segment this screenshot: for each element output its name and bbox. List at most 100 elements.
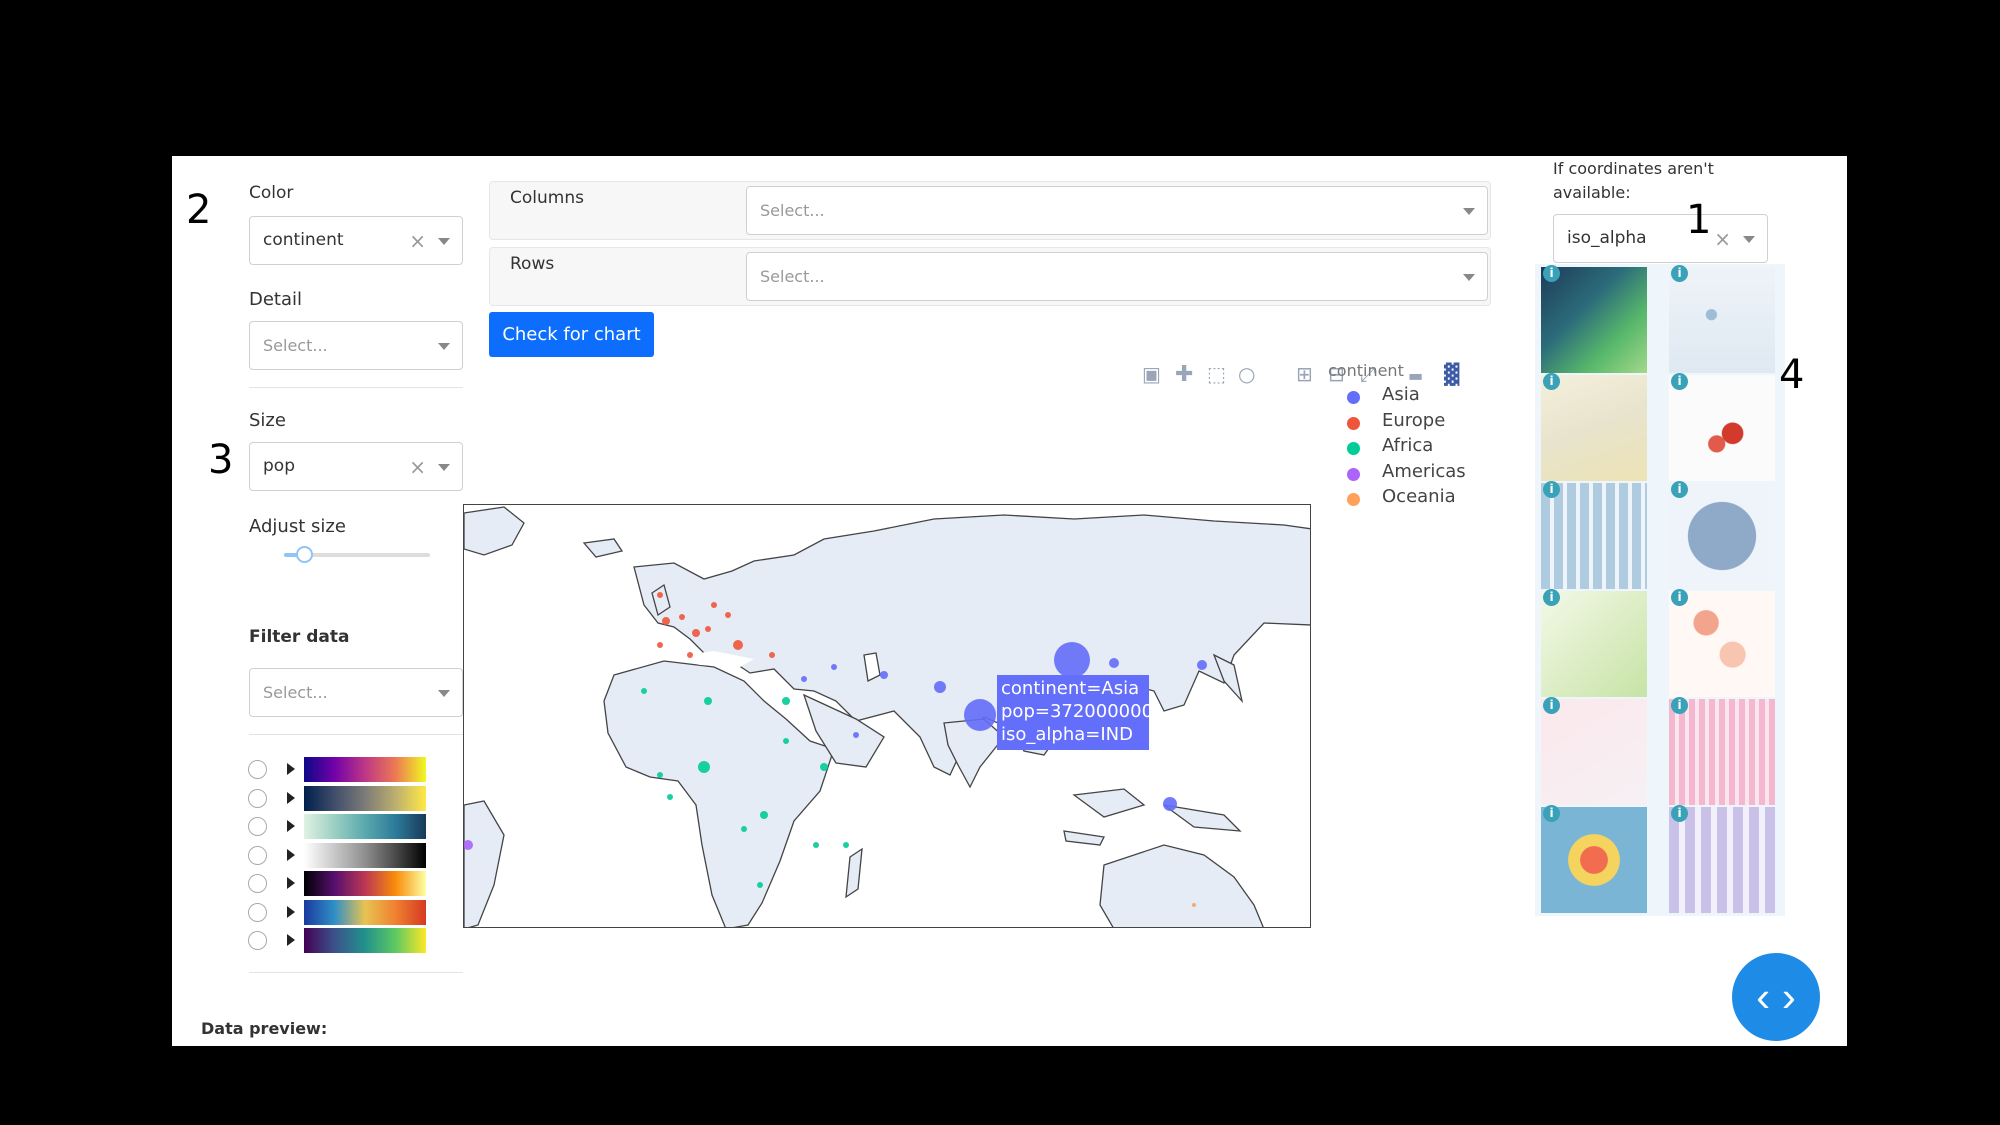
country-bubble[interactable] (880, 671, 888, 679)
country-bubble[interactable] (679, 614, 685, 620)
check-for-chart-button[interactable]: Check for chart (489, 312, 654, 357)
chevron-down-icon[interactable] (438, 238, 450, 245)
thumbnail-heatmap[interactable] (1541, 807, 1647, 913)
country-bubble[interactable] (733, 640, 743, 650)
thumbnail-scatter-plot[interactable] (1541, 591, 1647, 697)
chevron-down-icon[interactable] (438, 343, 450, 350)
country-bubble[interactable] (741, 826, 747, 832)
country-bubble[interactable] (704, 697, 712, 705)
country-bubble[interactable] (831, 664, 837, 670)
expand-arrow-icon[interactable] (287, 848, 295, 861)
country-bubble[interactable] (843, 842, 849, 848)
thumbnail-box-plot[interactable] (1669, 807, 1775, 913)
country-bubble[interactable] (667, 794, 673, 800)
clear-icon[interactable]: × (409, 229, 426, 253)
chevron-down-icon[interactable] (1463, 274, 1475, 281)
legend-marker[interactable] (1347, 442, 1360, 455)
country-bubble[interactable] (820, 763, 828, 771)
rows-select[interactable]: Select... (746, 252, 1488, 301)
country-bubble[interactable] (692, 629, 700, 637)
colorscale-radio[interactable] (248, 788, 267, 808)
colorscale-row[interactable] (248, 814, 448, 839)
country-bubble[interactable] (662, 617, 670, 625)
legend-marker[interactable] (1347, 493, 1360, 506)
legend-item-label[interactable]: Oceania (1382, 486, 1456, 507)
country-bubble[interactable] (964, 699, 996, 731)
clear-icon[interactable]: × (409, 455, 426, 479)
country-bubble[interactable] (801, 676, 807, 682)
legend-marker[interactable] (1347, 416, 1360, 430)
colorscale-radio[interactable] (248, 845, 267, 865)
info-icon[interactable]: i (1671, 697, 1688, 714)
expand-arrow-icon[interactable] (287, 791, 295, 804)
country-bubble[interactable] (657, 592, 663, 598)
colorscale-row[interactable] (248, 928, 448, 953)
pan-icon[interactable]: ✚ (1175, 362, 1193, 387)
thumbnail-texas-bubble-map[interactable] (1669, 375, 1775, 481)
info-icon[interactable]: i (1671, 373, 1688, 390)
country-bubble[interactable] (813, 842, 819, 848)
country-bubble[interactable] (853, 732, 859, 738)
country-bubble[interactable] (657, 772, 663, 778)
columns-select[interactable]: Select... (746, 186, 1488, 235)
info-icon[interactable]: i (1543, 805, 1560, 822)
thumbnail-us-density-map[interactable] (1541, 267, 1647, 373)
legend-item-label[interactable]: Europe (1382, 410, 1445, 431)
country-bubble[interactable] (725, 612, 731, 618)
country-bubble[interactable] (782, 697, 790, 705)
info-icon[interactable]: i (1671, 481, 1688, 498)
country-bubble[interactable] (769, 652, 775, 658)
size-slider-handle[interactable] (296, 546, 314, 563)
world-map[interactable] (463, 504, 1311, 928)
expand-arrow-icon[interactable] (287, 763, 295, 775)
expand-arrow-icon[interactable] (287, 877, 295, 889)
chevron-down-icon[interactable] (438, 464, 450, 471)
chevron-down-icon[interactable] (1743, 236, 1755, 243)
chevron-down-icon[interactable] (1463, 208, 1475, 215)
info-icon[interactable]: i (1543, 265, 1560, 282)
info-icon[interactable]: i (1543, 697, 1560, 714)
thumbnail-pie-chart[interactable] (1669, 483, 1775, 589)
thumbnail-us-points-map[interactable] (1669, 267, 1775, 373)
detail-select[interactable]: Select... (249, 321, 463, 370)
expand-arrow-icon[interactable] (287, 934, 295, 946)
country-bubble[interactable] (1197, 660, 1207, 670)
thumbnail-histogram[interactable] (1669, 699, 1775, 805)
zoom-in-icon[interactable]: ⊞ (1296, 362, 1313, 386)
filter-select[interactable]: Select... (249, 668, 463, 717)
country-bubble[interactable] (760, 811, 768, 819)
clear-icon[interactable]: × (1714, 227, 1731, 251)
colorscale-row[interactable] (248, 785, 448, 811)
reset-icon[interactable]: ▬ (1408, 366, 1423, 385)
chevron-down-icon[interactable] (438, 690, 450, 697)
country-bubble[interactable] (1163, 797, 1177, 811)
colorscale-row[interactable] (248, 899, 448, 925)
colorscale-row[interactable] (248, 842, 448, 868)
legend-item-label[interactable]: Asia (1382, 384, 1420, 405)
country-bubble[interactable] (641, 688, 647, 694)
lasso-select-icon[interactable]: ○ (1238, 362, 1255, 386)
colorscale-row[interactable] (248, 871, 448, 896)
country-bubble[interactable] (1109, 658, 1119, 668)
info-icon[interactable]: i (1671, 265, 1688, 282)
plotly-logo-icon[interactable]: ▓ (1444, 362, 1459, 386)
thumbnail-bar-chart[interactable] (1541, 483, 1647, 589)
country-bubble[interactable] (657, 642, 663, 648)
colorscale-radio[interactable] (248, 817, 267, 836)
country-bubble[interactable] (698, 761, 710, 773)
colorscale-radio[interactable] (248, 874, 267, 893)
colorscale-row[interactable] (248, 757, 448, 782)
size-slider-track[interactable] (284, 546, 430, 563)
expand-arrow-icon[interactable] (287, 905, 295, 918)
legend-marker[interactable] (1347, 467, 1360, 481)
country-bubble[interactable] (757, 882, 763, 888)
box-select-icon[interactable]: ⬚ (1207, 362, 1226, 386)
legend-item-label[interactable]: Africa (1382, 435, 1433, 456)
thumbnail-world-outline-map[interactable] (1541, 375, 1647, 481)
thumbnail-line-chart[interactable] (1541, 699, 1647, 805)
country-bubble[interactable] (934, 681, 946, 693)
size-select[interactable]: pop × (249, 442, 463, 491)
info-icon[interactable]: i (1543, 589, 1560, 606)
code-toggle-button[interactable]: ‹ › (1732, 953, 1820, 1041)
country-bubble[interactable] (687, 652, 693, 658)
